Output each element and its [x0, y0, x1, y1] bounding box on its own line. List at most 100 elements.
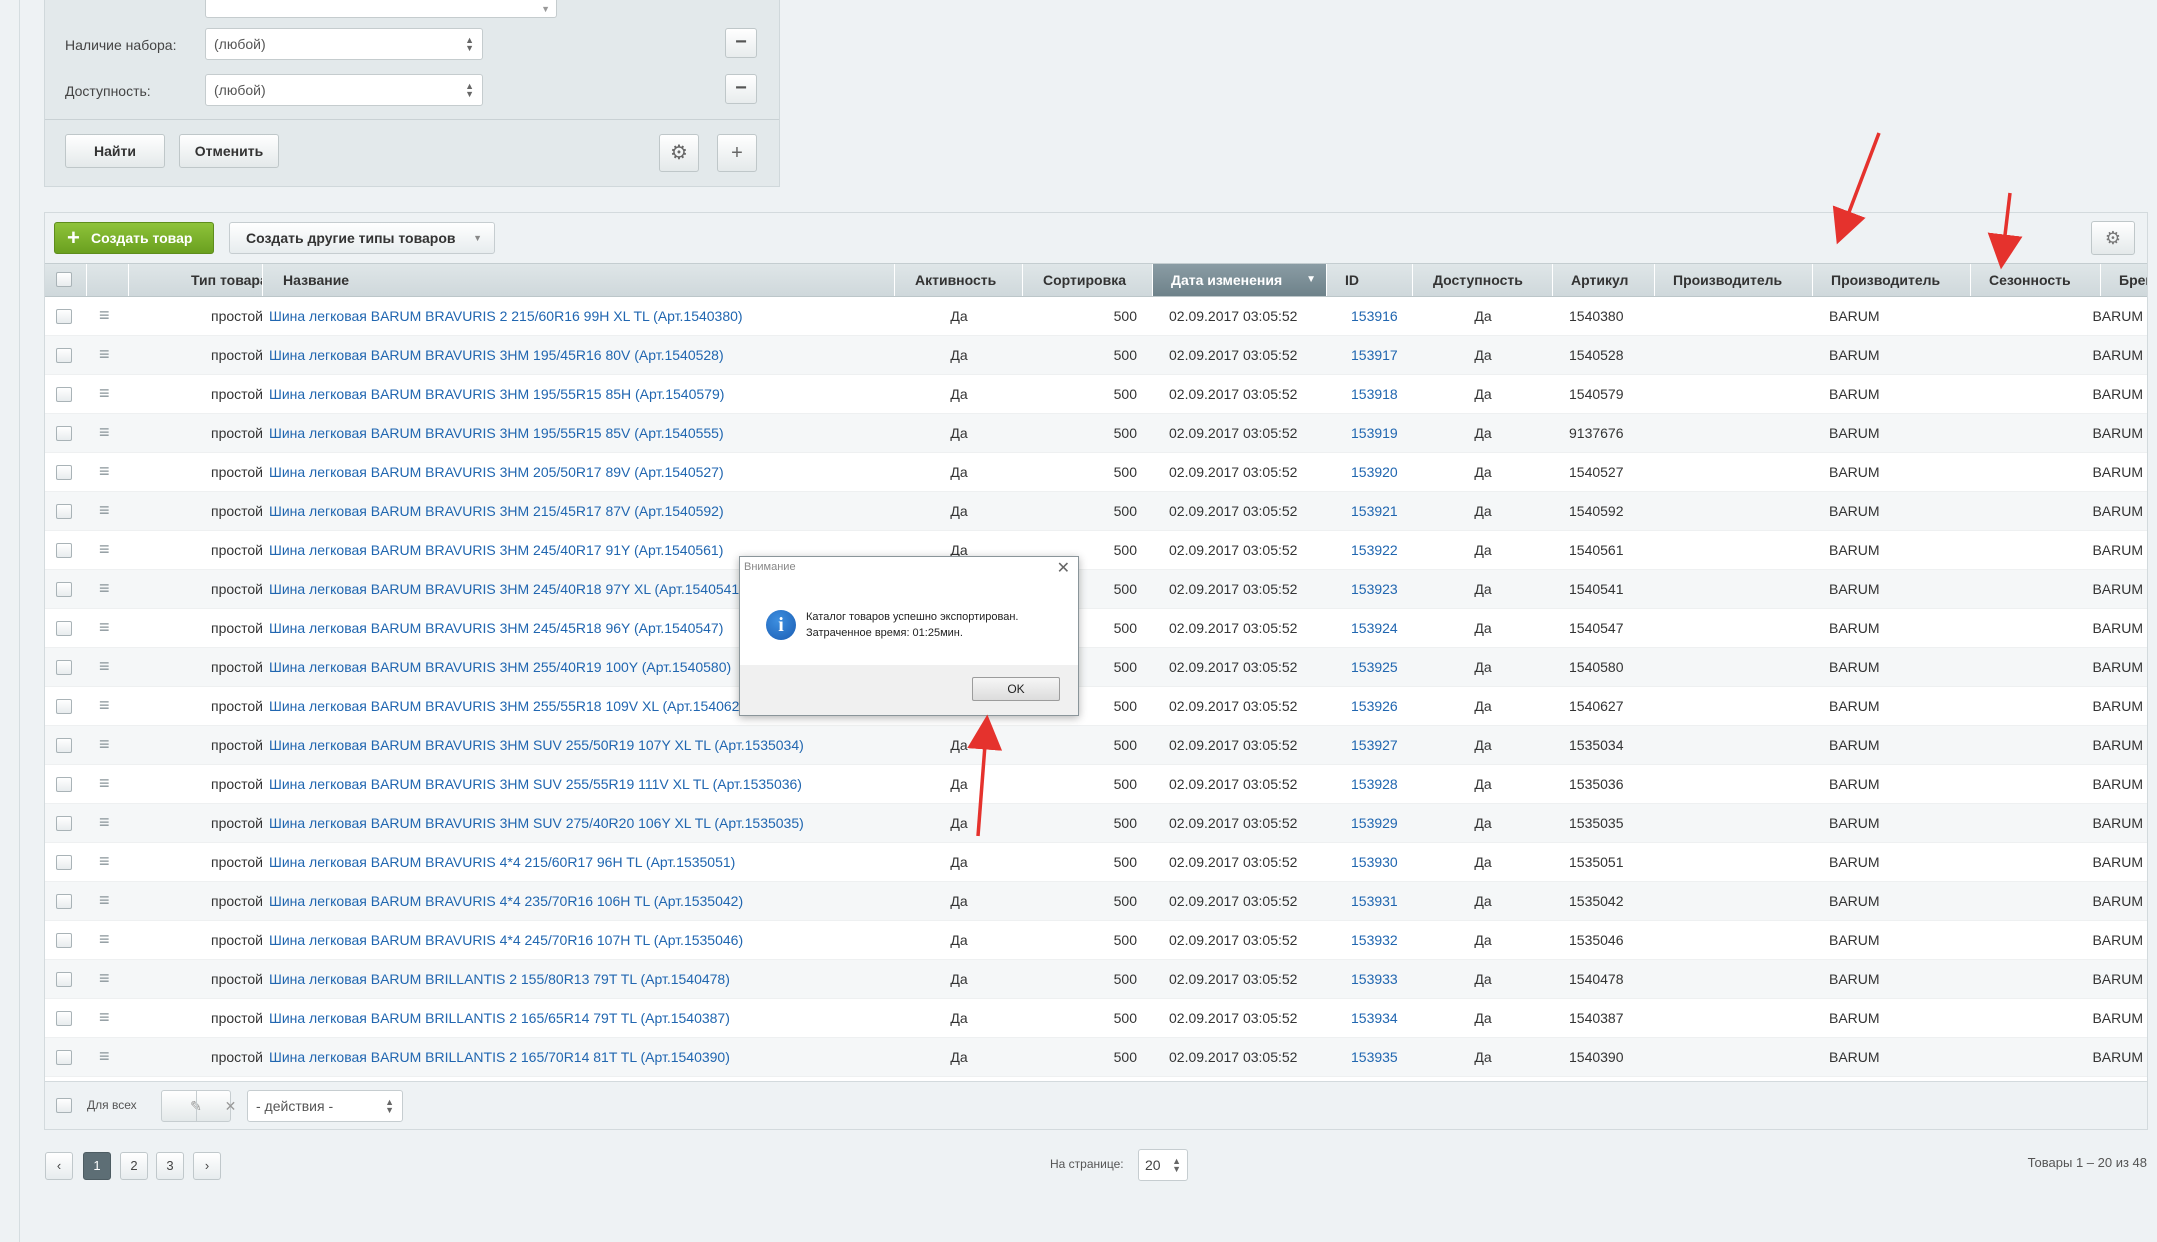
col-header-date[interactable]: Дата изменения ▼: [1153, 264, 1327, 296]
product-name-link[interactable]: Шина легковая BARUM BRAVURIS 3HM 245/40R…: [269, 542, 723, 558]
product-name-link[interactable]: Шина легковая BARUM BRAVURIS 4*4 215/60R…: [269, 854, 735, 870]
table-row[interactable]: ≡ простой Шина легковая BARUM BRAVURIS 3HM…: [45, 804, 2147, 843]
next-page-button[interactable]: ›: [193, 1152, 221, 1180]
product-name-link[interactable]: Шина легковая BARUM BRAVURIS 3HM SUV 255…: [269, 737, 804, 753]
table-row[interactable]: ≡ простой Шина легковая BARUM BRILLANTIS 2…: [45, 960, 2147, 999]
product-id-link[interactable]: 153935: [1351, 1049, 1398, 1065]
product-name-link[interactable]: Шина легковая BARUM BRAVURIS 3HM 215/45R…: [269, 503, 724, 519]
product-id-link[interactable]: 153922: [1351, 542, 1398, 558]
row-checkbox[interactable]: [56, 816, 72, 831]
row-menu-icon[interactable]: ≡: [99, 414, 110, 451]
select-all-checkbox[interactable]: [56, 272, 72, 287]
col-header-sort[interactable]: Сортировка: [1023, 264, 1153, 296]
ok-button[interactable]: OK: [972, 677, 1060, 701]
remove-filter-button[interactable]: −: [725, 74, 757, 104]
product-name-link[interactable]: Шина легковая BARUM BRAVURIS 3HM SUV 275…: [269, 815, 804, 831]
product-id-link[interactable]: 153921: [1351, 503, 1398, 519]
row-checkbox[interactable]: [56, 348, 72, 363]
filter-select-availability[interactable]: (любой) ▲ ▼: [205, 74, 483, 106]
row-menu-icon[interactable]: ≡: [99, 375, 110, 412]
per-page-select[interactable]: 20 ▲ ▼: [1138, 1149, 1188, 1181]
row-menu-icon[interactable]: ≡: [99, 843, 110, 880]
product-name-link[interactable]: Шина легковая BARUM BRAVURIS 3HM 195/55R…: [269, 425, 724, 441]
product-id-link[interactable]: 153926: [1351, 698, 1398, 714]
table-row[interactable]: ≡ простой Шина легковая BARUM BRILLANTIS 2…: [45, 999, 2147, 1038]
product-id-link[interactable]: 153932: [1351, 932, 1398, 948]
row-menu-icon[interactable]: ≡: [99, 999, 110, 1036]
list-settings-button[interactable]: ⚙: [2091, 221, 2135, 255]
row-menu-icon[interactable]: ≡: [99, 609, 110, 646]
row-menu-icon[interactable]: ≡: [99, 804, 110, 841]
page-3-button[interactable]: 3: [156, 1152, 184, 1180]
row-menu-icon[interactable]: ≡: [99, 297, 110, 334]
create-other-types-button[interactable]: Создать другие типы товаров ▼: [229, 222, 495, 254]
row-checkbox[interactable]: [56, 465, 72, 480]
product-id-link[interactable]: 153924: [1351, 620, 1398, 636]
product-id-link[interactable]: 153933: [1351, 971, 1398, 987]
table-row[interactable]: ≡ простой Шина легковая BARUM BRAVURIS 3HM…: [45, 492, 2147, 531]
row-menu-icon[interactable]: ≡: [99, 765, 110, 802]
product-name-link[interactable]: Шина легковая BARUM BRAVURIS 3HM 195/55R…: [269, 386, 724, 402]
row-menu-icon[interactable]: ≡: [99, 453, 110, 490]
prev-page-button[interactable]: ‹: [45, 1152, 73, 1180]
product-id-link[interactable]: 153930: [1351, 854, 1398, 870]
row-checkbox[interactable]: [56, 972, 72, 987]
create-product-button[interactable]: + Создать товар: [54, 222, 214, 254]
row-menu-icon[interactable]: ≡: [99, 882, 110, 919]
row-checkbox[interactable]: [56, 855, 72, 870]
product-name-link[interactable]: Шина легковая BARUM BRILLANTIS 2 165/65R…: [269, 1010, 730, 1026]
col-header-active[interactable]: Активность: [895, 264, 1023, 296]
table-row[interactable]: ≡ простой Шина легковая BARUM BRAVURIS 4*4…: [45, 882, 2147, 921]
find-button[interactable]: Найти: [65, 134, 165, 168]
table-row[interactable]: ≡ простой Шина легковая BARUM BRAVURIS 3HM…: [45, 687, 2147, 726]
product-id-link[interactable]: 153925: [1351, 659, 1398, 675]
row-menu-icon[interactable]: ≡: [99, 960, 110, 997]
row-checkbox[interactable]: [56, 387, 72, 402]
product-name-link[interactable]: Шина легковая BARUM BRAVURIS 4*4 245/70R…: [269, 932, 743, 948]
filter-select-kit[interactable]: (любой) ▲ ▼: [205, 28, 483, 60]
row-menu-icon[interactable]: ≡: [99, 336, 110, 373]
product-name-link[interactable]: Шина легковая BARUM BRAVURIS 3HM 205/50R…: [269, 464, 724, 480]
col-header-manufacturer-1[interactable]: Производитель: [1655, 264, 1813, 296]
col-header-type[interactable]: Тип товара: [129, 264, 263, 296]
table-row[interactable]: ≡ простой Шина легковая BARUM BRAVURIS 3HM…: [45, 570, 2147, 609]
row-checkbox[interactable]: [56, 426, 72, 441]
row-checkbox[interactable]: [56, 582, 72, 597]
row-checkbox[interactable]: [56, 621, 72, 636]
row-menu-icon[interactable]: ≡: [99, 531, 110, 568]
table-row[interactable]: ≡ простой Шина легковая BARUM BRAVURIS 3HM…: [45, 726, 2147, 765]
page-1-button[interactable]: 1: [83, 1152, 111, 1180]
filter-top-input[interactable]: ▼: [205, 0, 557, 18]
product-id-link[interactable]: 153923: [1351, 581, 1398, 597]
row-checkbox[interactable]: [56, 1050, 72, 1065]
row-menu-icon[interactable]: ≡: [99, 687, 110, 724]
product-name-link[interactable]: Шина легковая BARUM BRAVURIS 3HM SUV 255…: [269, 776, 802, 792]
group-actions-select[interactable]: - действия - ▲ ▼: [247, 1090, 403, 1122]
col-header-manufacturer-2[interactable]: Производитель: [1813, 264, 1971, 296]
table-row[interactable]: ≡ простой Шина легковая BARUM BRAVURIS 2 2…: [45, 297, 2147, 336]
table-row[interactable]: ≡ простой Шина легковая BARUM BRAVURIS 3HM…: [45, 648, 2147, 687]
row-menu-icon[interactable]: ≡: [99, 648, 110, 685]
filter-settings-button[interactable]: ⚙: [659, 134, 699, 172]
product-id-link[interactable]: 153928: [1351, 776, 1398, 792]
for-all-checkbox[interactable]: [56, 1098, 72, 1113]
row-menu-icon[interactable]: ≡: [99, 726, 110, 763]
product-id-link[interactable]: 153927: [1351, 737, 1398, 753]
page-2-button[interactable]: 2: [120, 1152, 148, 1180]
product-name-link[interactable]: Шина легковая BARUM BRAVURIS 2 215/60R16…: [269, 308, 743, 324]
edit-button[interactable]: ✎: [162, 1091, 202, 1121]
col-header-sku[interactable]: Артикул: [1553, 264, 1655, 296]
table-row[interactable]: ≡ простой Шина легковая BARUM BRAVURIS 3HM…: [45, 531, 2147, 570]
product-id-link[interactable]: 153931: [1351, 893, 1398, 909]
table-row[interactable]: ≡ простой Шина легковая BARUM BRAVURIS 3HM…: [45, 336, 2147, 375]
row-checkbox[interactable]: [56, 699, 72, 714]
product-id-link[interactable]: 153934: [1351, 1010, 1398, 1026]
table-row[interactable]: ≡ простой Шина легковая BARUM BRAVURIS 3HM…: [45, 765, 2147, 804]
product-id-link[interactable]: 153917: [1351, 347, 1398, 363]
row-checkbox[interactable]: [56, 543, 72, 558]
product-id-link[interactable]: 153916: [1351, 308, 1398, 324]
add-filter-button[interactable]: +: [717, 134, 757, 172]
col-header-availability[interactable]: Доступность: [1413, 264, 1553, 296]
col-header-id[interactable]: ID: [1327, 264, 1413, 296]
remove-filter-button[interactable]: −: [725, 28, 757, 58]
